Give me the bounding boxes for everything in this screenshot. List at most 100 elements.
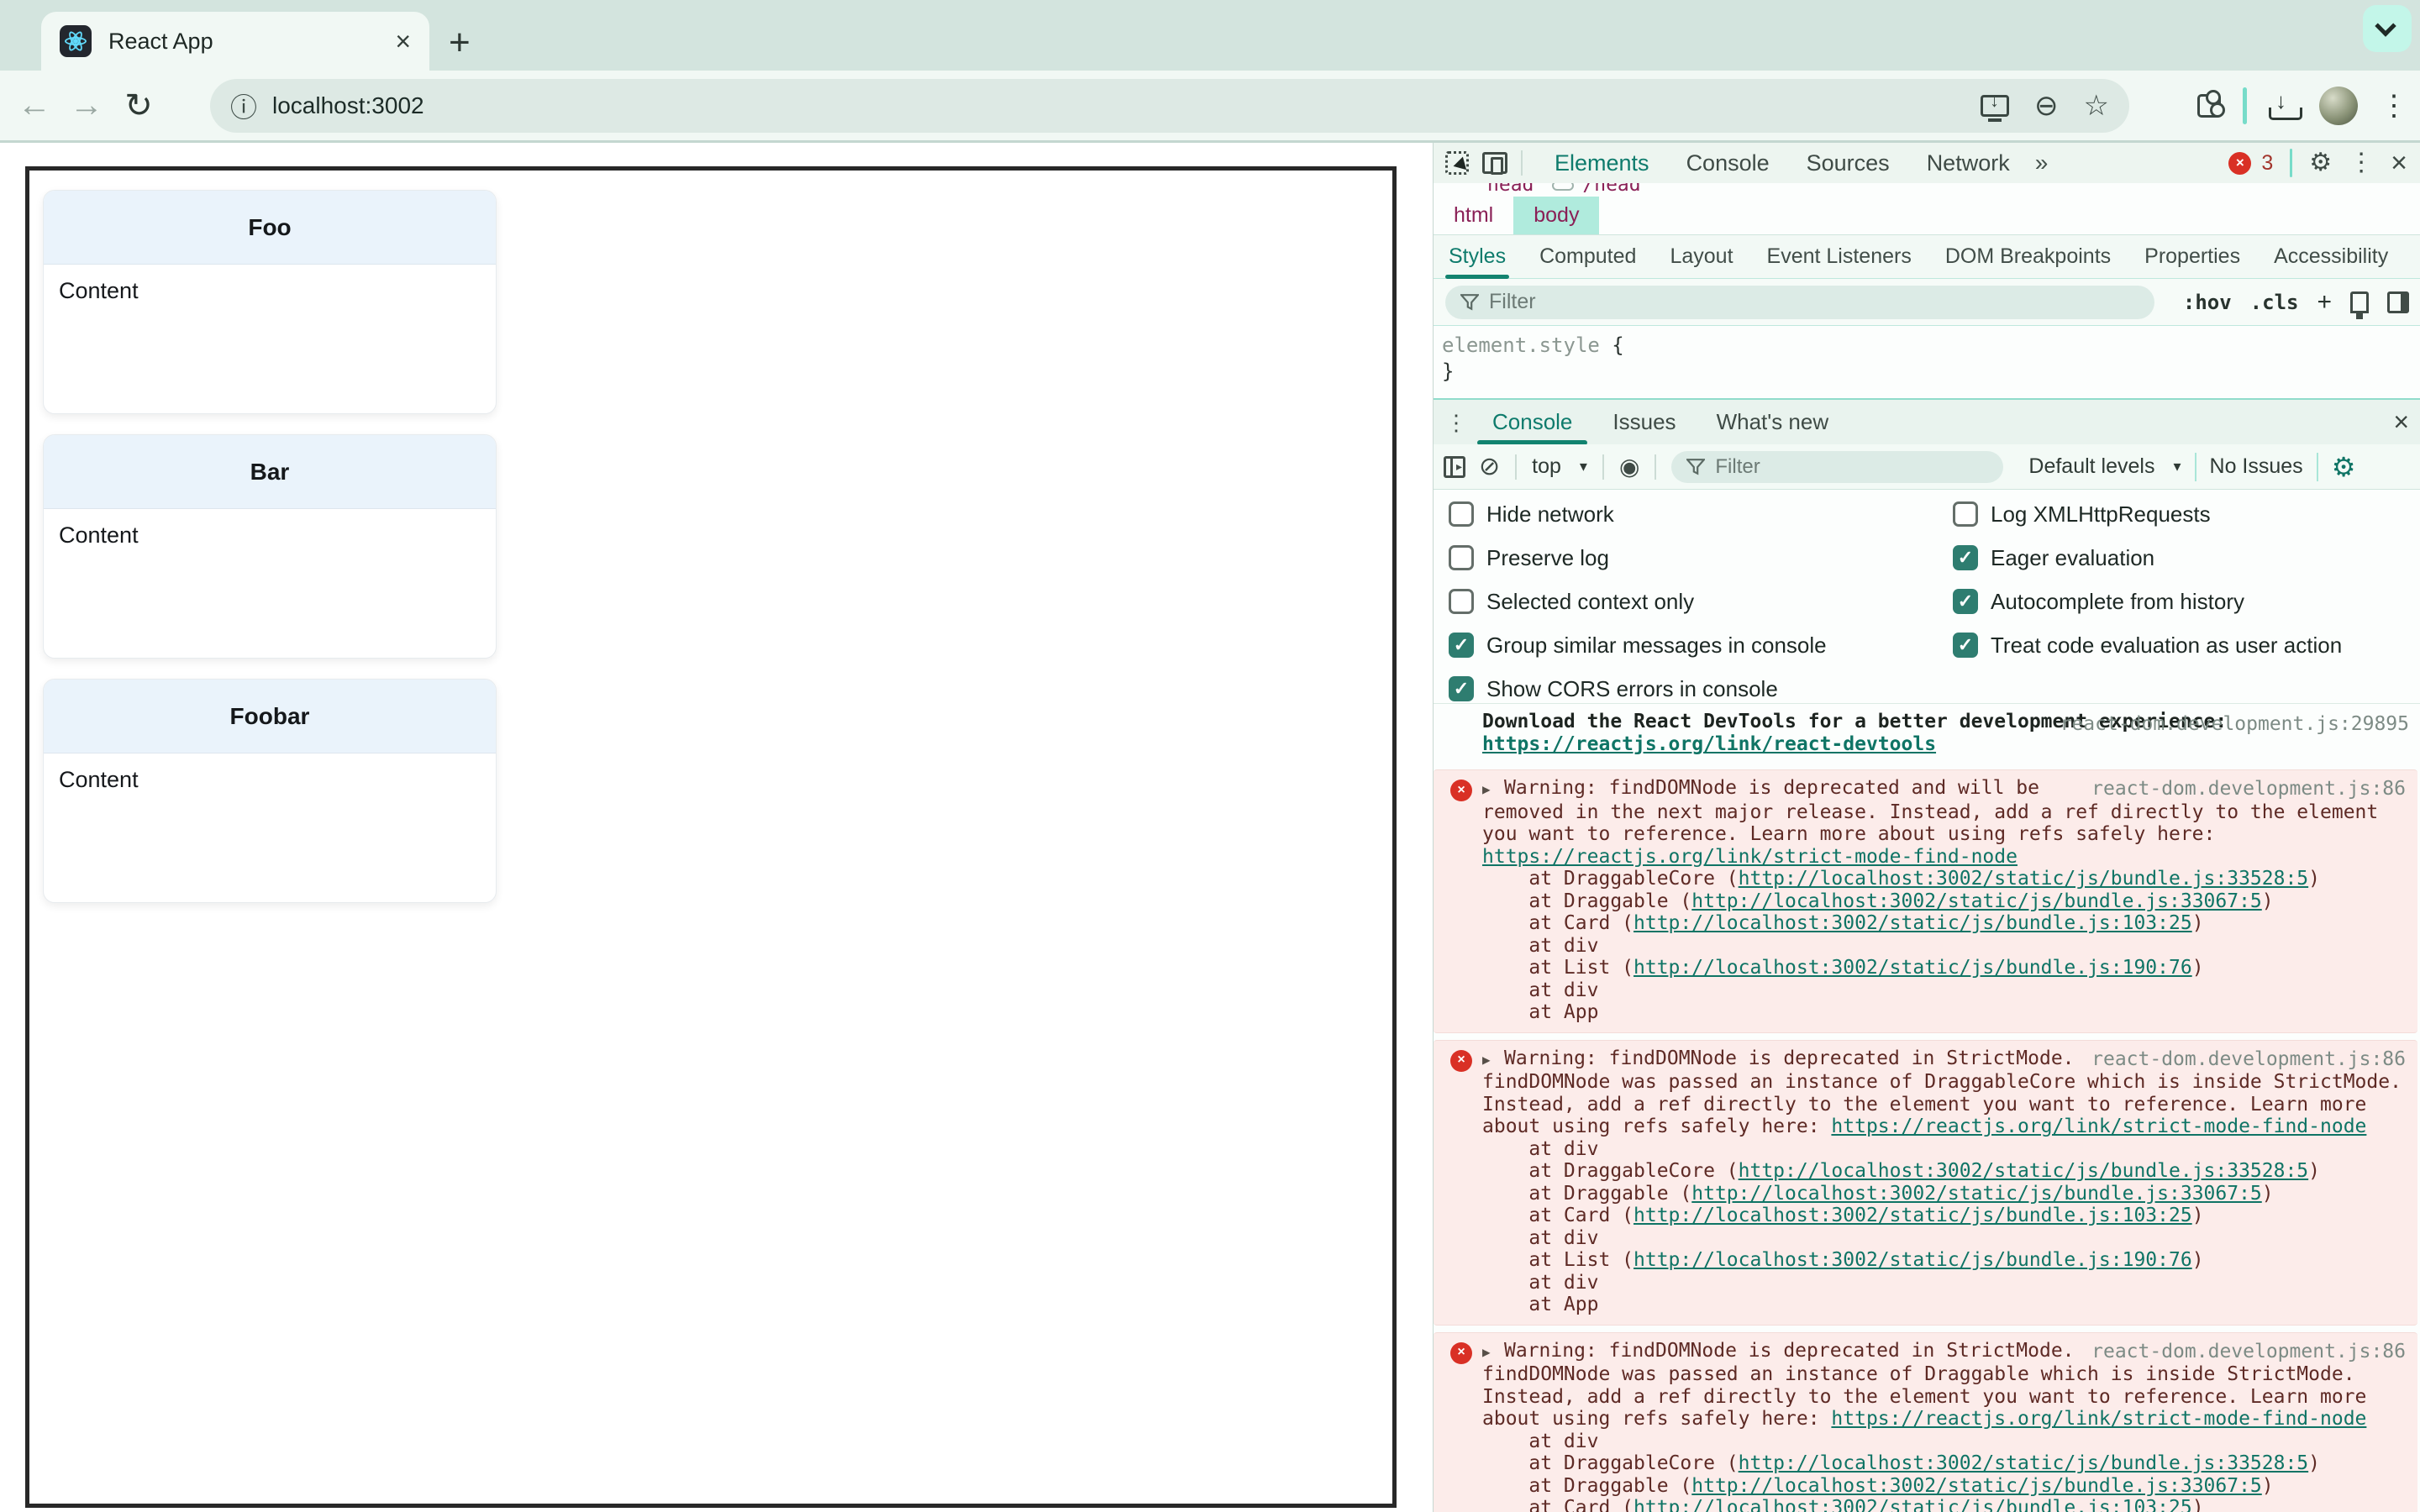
message-source-link[interactable]: react-dom.development.js:86 — [2091, 1341, 2406, 1363]
tab-properties[interactable]: Properties — [2144, 235, 2240, 279]
hov-toggle[interactable]: :hov — [2183, 291, 2232, 314]
setting-row[interactable]: Hide network — [1449, 501, 1827, 527]
console-link[interactable]: http://localhost:3002/static/js/bundle.j… — [1634, 912, 2192, 934]
console-link[interactable]: https://reactjs.org/link/strict-mode-fin… — [1831, 1116, 2366, 1137]
tab-network[interactable]: Network — [1908, 143, 2028, 183]
message-source-link[interactable]: react-dom.development.js:29895 — [2060, 713, 2409, 736]
checkbox[interactable]: ✓ — [1449, 676, 1474, 701]
browser-tab[interactable]: React App × — [41, 12, 429, 71]
drawer-tab-what's-new[interactable]: What's new — [1697, 399, 1849, 445]
tab-computed[interactable]: Computed — [1539, 235, 1636, 279]
clear-console-icon[interactable]: ⊘ — [1479, 454, 1500, 480]
card-title[interactable]: Foo — [44, 191, 496, 265]
error-badge-icon[interactable]: × — [2228, 151, 2252, 175]
console-error-message[interactable]: × react-dom.development.js:86 ▶ Warning: fi… — [1434, 1039, 2417, 1326]
console-link[interactable]: http://localhost:3002/static/js/bundle.j… — [1739, 1452, 2309, 1474]
tab-layout[interactable]: Layout — [1670, 235, 1733, 279]
setting-row[interactable]: ✓ Autocomplete from history — [1953, 589, 2342, 614]
expand-triangle-icon[interactable]: ▶ — [1482, 779, 1504, 801]
card[interactable]: Foo Content — [43, 190, 497, 414]
console-link[interactable]: http://localhost:3002/static/js/bundle.j… — [1739, 1160, 2309, 1182]
checkbox[interactable] — [1449, 545, 1474, 570]
issues-counter[interactable]: No Issues — [2210, 454, 2303, 479]
chevron-down-pill[interactable] — [2363, 5, 2412, 52]
tab-accessibility[interactable]: Accessibility — [2274, 235, 2388, 279]
tab-dom-breakpoints[interactable]: DOM Breakpoints — [1945, 235, 2111, 279]
checkbox[interactable] — [1449, 501, 1474, 527]
log-levels-selector[interactable]: Default levels — [2028, 454, 2154, 479]
toggle-sidebar-icon[interactable] — [2387, 291, 2409, 313]
expand-triangle-icon[interactable]: ▶ — [1482, 1341, 1504, 1364]
console-error-message[interactable]: × react-dom.development.js:86 ▶ Warning: fi… — [1434, 769, 2417, 1033]
setting-row[interactable]: Preserve log — [1449, 545, 1827, 570]
checkbox[interactable]: ✓ — [1953, 633, 1978, 658]
bookmark-star-icon[interactable]: ☆ — [2084, 89, 2109, 123]
device-toolbar-icon[interactable] — [1482, 152, 1507, 175]
setting-row[interactable]: Selected context only — [1449, 589, 1827, 614]
error-count[interactable]: 3 — [2261, 151, 2273, 176]
element-style-section[interactable]: element.style { } — [1434, 326, 2420, 398]
console-link[interactable]: https://reactjs.org/link/strict-mode-fin… — [1482, 846, 2018, 868]
console-error-message[interactable]: × react-dom.development.js:86 ▶ Warning: fi… — [1434, 1331, 2417, 1512]
tab-console[interactable]: Console — [1668, 143, 1788, 183]
styles-filter-input[interactable]: Filter — [1445, 285, 2154, 319]
console-settings-gear-icon[interactable]: ⚙ — [2332, 451, 2356, 483]
checkbox[interactable]: ✓ — [1953, 589, 1978, 614]
tab-elements[interactable]: Elements — [1536, 143, 1668, 192]
live-expression-eye-icon[interactable]: ◉ — [1619, 454, 1639, 479]
checkbox[interactable]: ✓ — [1449, 633, 1474, 658]
console-sidebar-icon[interactable] — [1444, 455, 1465, 478]
breadcrumb-body[interactable]: body — [1513, 197, 1600, 234]
setting-row[interactable]: Log XMLHttpRequests — [1953, 501, 2342, 527]
tab-sources[interactable]: Sources — [1788, 143, 1908, 183]
checkbox[interactable]: ✓ — [1953, 545, 1978, 570]
downloads-icon[interactable] — [2269, 88, 2302, 120]
extensions-icon[interactable] — [2197, 90, 2225, 118]
checkbox[interactable] — [1449, 589, 1474, 614]
console-link[interactable]: http://localhost:3002/static/js/bundle.j… — [1634, 1497, 2192, 1512]
forward-icon[interactable]: → — [60, 87, 113, 124]
back-icon[interactable]: ← — [8, 87, 60, 124]
more-tabs-icon[interactable]: » — [2028, 150, 2055, 176]
drawer-tab-issues[interactable]: Issues — [1592, 399, 1696, 445]
settings-gear-icon[interactable]: ⚙ — [2309, 150, 2332, 176]
new-tab-button[interactable]: + — [449, 22, 471, 64]
setting-row[interactable]: ✓ Show CORS errors in console — [1449, 676, 1827, 701]
drawer-tab-console[interactable]: Console — [1472, 399, 1592, 445]
checkbox[interactable] — [1953, 501, 1978, 527]
drawer-close-icon[interactable]: × — [2393, 407, 2409, 438]
setting-row[interactable]: ✓ Eager evaluation — [1953, 545, 2342, 570]
cls-toggle[interactable]: .cls — [2250, 291, 2299, 314]
tab-close-icon[interactable]: × — [395, 28, 411, 55]
tab-event-listeners[interactable]: Event Listeners — [1767, 235, 1912, 279]
console-link[interactable]: http://localhost:3002/static/js/bundle.j… — [1739, 868, 2309, 890]
console-link[interactable]: http://localhost:3002/static/js/bundle.j… — [1634, 957, 2192, 979]
console-link[interactable]: https://reactjs.org/link/react-devtools — [1482, 733, 1936, 755]
console-link[interactable]: https://reactjs.org/link/strict-mode-fin… — [1831, 1408, 2366, 1430]
install-app-icon[interactable] — [1981, 90, 2010, 122]
message-source-link[interactable]: react-dom.development.js:86 — [2091, 778, 2406, 801]
card[interactable]: Foobar Content — [43, 679, 497, 903]
expand-triangle-icon[interactable]: ▶ — [1482, 1049, 1504, 1072]
console-log-message[interactable]: react-dom.development.js:29895 Download t… — [1434, 706, 2420, 763]
tab-styles[interactable]: Styles — [1444, 235, 1510, 279]
url-bar[interactable]: ⓘ localhost:3002 ⊖ ☆ — [210, 79, 2129, 133]
site-info-icon[interactable]: ⓘ — [230, 87, 257, 125]
zoom-out-icon[interactable]: ⊖ — [2034, 89, 2059, 123]
devtools-menu-icon[interactable]: ⋮ — [2349, 150, 2374, 176]
card-title[interactable]: Bar — [44, 435, 496, 509]
setting-row[interactable]: ✓ Group similar messages in console — [1449, 633, 1827, 658]
profile-avatar[interactable] — [2319, 87, 2358, 125]
drawer-menu-icon[interactable]: ⋮ — [1445, 412, 1467, 433]
card-title[interactable]: Foobar — [44, 680, 496, 753]
setting-row[interactable]: ✓ Treat code evaluation as user action — [1953, 633, 2342, 658]
browser-menu-icon[interactable]: ⋮ — [2380, 89, 2408, 123]
card[interactable]: Bar Content — [43, 434, 497, 659]
inspect-element-icon[interactable] — [1445, 151, 1469, 175]
reload-icon[interactable]: ↻ — [113, 87, 165, 125]
console-link[interactable]: http://localhost:3002/static/js/bundle.j… — [1691, 1183, 2262, 1205]
breadcrumb-html[interactable]: html — [1434, 197, 1513, 234]
console-link[interactable]: http://localhost:3002/static/js/bundle.j… — [1691, 1475, 2262, 1497]
devtools-close-icon[interactable]: × — [2391, 149, 2407, 177]
console-filter-input[interactable]: Filter — [1671, 450, 2004, 483]
